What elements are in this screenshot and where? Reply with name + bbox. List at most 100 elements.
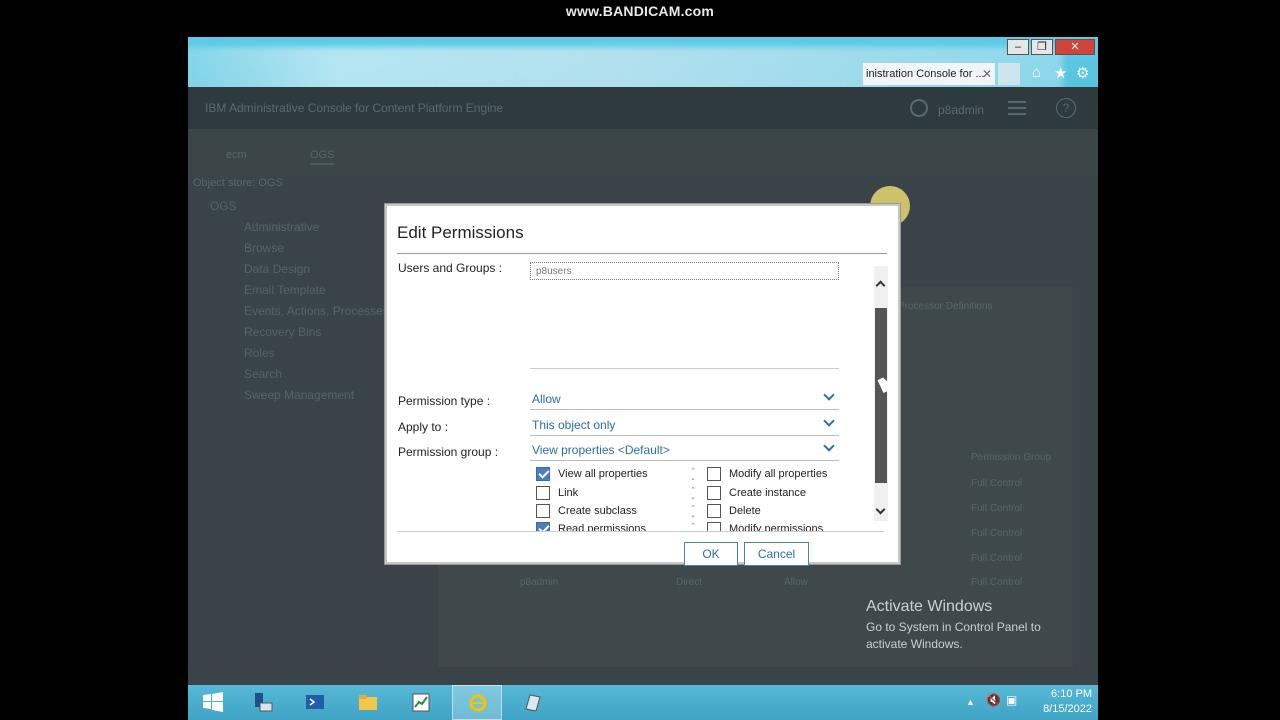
sort-arrows-icon: ⌃⌄ [690,487,696,501]
permission-label: Modify all properties [729,468,828,480]
powershell-button[interactable] [290,685,340,720]
cancel-button[interactable]: Cancel [744,542,809,566]
tree-item[interactable]: Events, Actions, Processes [244,304,389,318]
edit-permissions-dialog: Edit Permissions Users and Groups : p8us… [385,204,900,566]
folder-icon [359,695,377,710]
username[interactable]: p8admin [938,103,984,117]
permission-label: Create subclass [558,505,637,517]
tree-item[interactable]: Administrative [244,220,319,234]
column-header: Permission Group [971,452,1052,463]
activate-line-2: activate Windows. [866,637,963,651]
tab-processor-definitions[interactable]: Processor Definitions [898,301,992,312]
permission-group-value: View properties <Default> [532,443,670,457]
app-title: IBM Administrative Console for Content P… [205,101,504,115]
new-tab-button[interactable] [998,63,1020,85]
chart-app-icon [412,693,430,712]
checkbox-modify-all-properties[interactable] [707,467,721,481]
table-cell: Direct [676,577,703,588]
permission-group-select[interactable]: View properties <Default> [530,439,839,461]
checkbox-create-subclass[interactable] [536,504,550,518]
tree-item[interactable]: Recovery Bins [244,325,321,339]
file-explorer-button[interactable] [343,685,393,720]
apply-to-select[interactable]: This object only [530,414,839,436]
permission-group-label: Permission group : [398,445,499,459]
show-hidden-icons-icon[interactable]: ▲ [966,697,975,707]
tree-item[interactable]: Data Design [244,262,310,276]
recorder-watermark: www.BANDICAM.com [565,3,715,19]
tool-app-button[interactable] [508,685,558,720]
users-groups-field[interactable]: p8users [530,262,839,280]
divider [530,368,839,369]
favorites-star-icon[interactable]: ★ [1054,64,1067,82]
apply-to-value: This object only [532,418,616,432]
chevron-down-icon [823,389,835,401]
dialog-scrollbar[interactable] [874,266,888,521]
taskbar: ▲ 🔇 ▣ 6:10 PM 8/15/2022 [188,685,1098,720]
home-icon[interactable]: ⌂ [1032,64,1041,81]
close-window-button[interactable]: ✕ [1055,39,1095,55]
tab-close-icon[interactable]: ✕ [982,67,992,81]
hamburger-menu-icon[interactable] [1008,101,1026,115]
speaker-muted-icon[interactable]: 🔇 [986,693,1001,707]
table-cell: Full Control [971,478,1023,489]
breadcrumb-ogs[interactable]: OGS [310,149,335,165]
permission-label: Delete [729,505,761,517]
network-icon[interactable]: ▣ [1006,693,1017,707]
tree-item[interactable]: Browse [244,241,284,255]
table-cell: p8admin [520,577,559,588]
scrollbar-thumb[interactable] [875,308,887,483]
checkbox-link[interactable] [536,486,550,500]
permission-type-value: Allow [532,392,561,406]
activate-windows-notice: Activate Windows Go to System in Control… [866,598,1041,653]
server-manager-icon [255,693,273,712]
taskbar-clock[interactable]: 6:10 PM 8/15/2022 [1024,687,1092,717]
apply-to-label: Apply to : [398,420,449,434]
sort-arrows-icon: ⌃⌄ [690,505,696,519]
checkbox-view-all-properties[interactable] [536,467,550,481]
checkbox-delete[interactable] [707,504,721,518]
permission-label: Create instance [729,487,807,499]
divider [397,253,887,254]
sort-arrows-icon: ⌃⌄ [690,468,696,482]
minimize-button[interactable]: – [1007,39,1029,55]
dialog-content: Users and Groups : p8users Permission ty… [387,258,887,532]
task-app-button[interactable] [396,685,446,720]
scroll-down-icon[interactable] [875,504,886,515]
table-cell: Full Control [971,528,1023,539]
permission-type-select[interactable]: Allow [530,388,839,410]
server-manager-button[interactable] [238,685,288,720]
permission-label: View all properties [558,468,648,480]
breadcrumb-ecm[interactable]: ecm [226,149,247,161]
powershell-icon [306,695,324,709]
windows-logo-icon [203,692,223,712]
browser-tab[interactable]: inistration Console for ... ✕ [863,63,995,85]
user-icon[interactable] [910,99,928,117]
clock-time: 6:10 PM [1051,688,1092,700]
scroll-up-icon[interactable] [875,280,886,291]
tree-item[interactable]: Search [244,367,282,381]
table-cell: Full Control [971,553,1023,564]
checkbox-create-instance[interactable] [707,486,721,500]
tree-item[interactable]: Email Template [244,283,326,297]
dialog-title: Edit Permissions [397,223,524,242]
restore-button[interactable]: ❐ [1031,39,1053,55]
activate-line-1: Go to System in Control Panel to [866,620,1041,634]
activate-title: Activate Windows [866,598,993,615]
settings-gear-icon[interactable]: ⚙ [1076,64,1089,82]
start-button[interactable] [188,685,238,720]
permission-type-label: Permission type : [398,394,491,408]
tree-root[interactable]: OGS [210,199,237,213]
internet-explorer-button[interactable] [452,685,502,720]
clock-date: 8/15/2022 [1043,703,1092,715]
table-cell: Full Control [971,577,1023,588]
screen: www.BANDICAM.com – ❐ ✕ inistration Conso… [0,0,1280,720]
breadcrumb: ecm OGS [188,129,1098,177]
tree-item[interactable]: Roles [244,346,275,360]
internet-explorer-icon [469,694,487,712]
chevron-down-icon [823,440,835,452]
ok-button[interactable]: OK [684,542,738,566]
tree-item[interactable]: Sweep Management [244,388,354,402]
divider [397,531,884,532]
help-icon[interactable]: ? [1056,98,1076,118]
permission-label: Link [558,487,579,499]
